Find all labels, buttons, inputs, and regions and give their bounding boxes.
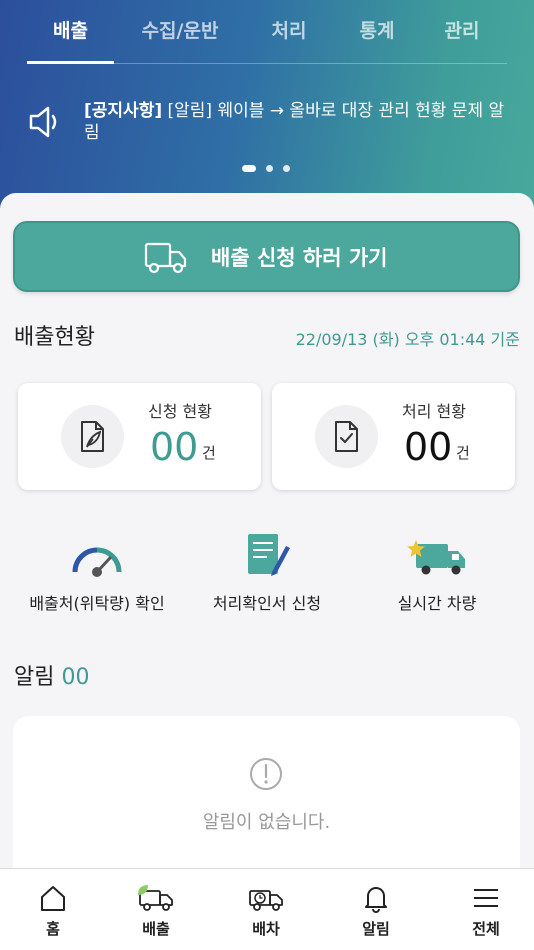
notice-tag: [공지사항] bbox=[84, 101, 163, 121]
quick-menu-emission-check[interactable]: 배출처(위탁량) 확인 bbox=[12, 538, 182, 618]
nav-alarm-label: 알림 bbox=[362, 920, 390, 938]
alarm-section-title: 알림 00 bbox=[14, 663, 89, 693]
info-exclamation-icon bbox=[250, 758, 282, 790]
quick-menu-realtime-vehicle-label: 실시간 차량 bbox=[397, 594, 477, 613]
top-tabs: 배출 수집/운반 처리 통계 관리 bbox=[0, 0, 534, 65]
nav-dispatch[interactable]: 배차 bbox=[213, 869, 319, 950]
tab-management[interactable]: 관리 bbox=[425, 16, 499, 46]
processing-status-card[interactable]: 처리 현황 00 건 bbox=[272, 383, 515, 490]
emission-status-title: 배출현황 bbox=[14, 325, 95, 350]
menu-icon bbox=[474, 889, 498, 907]
status-timestamp: 22/09/13 (화) 오후 01:44 기준 bbox=[295, 330, 520, 349]
processing-status-unit: 건 bbox=[456, 444, 470, 462]
truck-star-icon bbox=[407, 540, 465, 575]
bottom-navigation: 홈 배출 배차 알림 전체 bbox=[0, 868, 534, 950]
carousel-dot[interactable] bbox=[266, 165, 273, 172]
nav-all-label: 전체 bbox=[472, 920, 500, 938]
truck-leaf-icon bbox=[138, 885, 173, 911]
alarm-count: 00 bbox=[61, 665, 90, 690]
alarm-empty-text: 알림이 없습니다. bbox=[202, 812, 331, 833]
speaker-icon bbox=[29, 106, 57, 138]
emission-request-label: 배출 신청 하러 가기 bbox=[211, 246, 388, 270]
document-check-icon bbox=[335, 421, 358, 452]
active-tab-indicator bbox=[27, 61, 114, 64]
quick-menu-certificate-request-label: 처리확인서 신청 bbox=[212, 594, 322, 613]
nav-dispatch-label: 배차 bbox=[252, 920, 280, 938]
nav-all[interactable]: 전체 bbox=[433, 869, 534, 950]
request-status-card[interactable]: 신청 현황 00 건 bbox=[18, 383, 261, 490]
request-status-value: 00 bbox=[150, 425, 199, 469]
nav-alarm[interactable]: 알림 bbox=[323, 869, 429, 950]
notice-text: [공지사항] [알림] 웨이블 → 올바로 대장 관리 현황 문제 알림 bbox=[84, 100, 514, 144]
nav-home-label: 홈 bbox=[46, 920, 60, 938]
nav-home[interactable]: 홈 bbox=[0, 869, 106, 950]
quick-menu-emission-check-label: 배출처(위탁량) 확인 bbox=[29, 594, 165, 613]
alarm-title-text: 알림 bbox=[14, 665, 55, 690]
tab-statistics[interactable]: 통계 bbox=[340, 16, 414, 46]
notice-banner[interactable]: [공지사항] [알림] 웨이블 → 올바로 대장 관리 현황 문제 알림 bbox=[0, 96, 534, 156]
nav-emission[interactable]: 배출 bbox=[103, 869, 209, 950]
gauge-icon bbox=[72, 547, 122, 577]
bell-icon bbox=[365, 887, 387, 913]
header: 배출 수집/운반 처리 통계 관리 [공지사항] [알림] 웨이블 → 올바로 … bbox=[0, 0, 534, 210]
document-feather-icon bbox=[81, 421, 104, 452]
request-status-unit: 건 bbox=[202, 444, 216, 462]
document-pen-icon bbox=[248, 534, 290, 576]
request-status-label: 신청 현황 bbox=[148, 402, 212, 421]
tab-collection-transport[interactable]: 수집/운반 bbox=[128, 16, 232, 46]
truck-icon bbox=[144, 242, 187, 274]
processing-status-label: 처리 현황 bbox=[402, 402, 466, 421]
carousel-dots bbox=[242, 165, 302, 173]
processing-status-value: 00 bbox=[404, 425, 453, 469]
processing-icon-circle bbox=[315, 405, 378, 468]
truck-clock-icon bbox=[249, 890, 283, 911]
quick-menu-realtime-vehicle[interactable]: 실시간 차량 bbox=[352, 538, 522, 618]
tab-emission[interactable]: 배출 bbox=[27, 16, 114, 46]
home-icon bbox=[41, 886, 65, 911]
carousel-dot-active[interactable] bbox=[242, 165, 256, 172]
nav-emission-label: 배출 bbox=[142, 920, 170, 938]
carousel-dot[interactable] bbox=[283, 165, 290, 172]
quick-menu-certificate-request[interactable]: 처리확인서 신청 bbox=[182, 534, 352, 618]
request-icon-circle bbox=[61, 405, 124, 468]
main-panel: 배출 신청 하러 가기 배출현황 22/09/13 (화) 오후 01:44 기… bbox=[0, 193, 534, 896]
tab-processing[interactable]: 처리 bbox=[252, 16, 326, 46]
emission-request-button[interactable]: 배출 신청 하러 가기 bbox=[13, 221, 520, 292]
